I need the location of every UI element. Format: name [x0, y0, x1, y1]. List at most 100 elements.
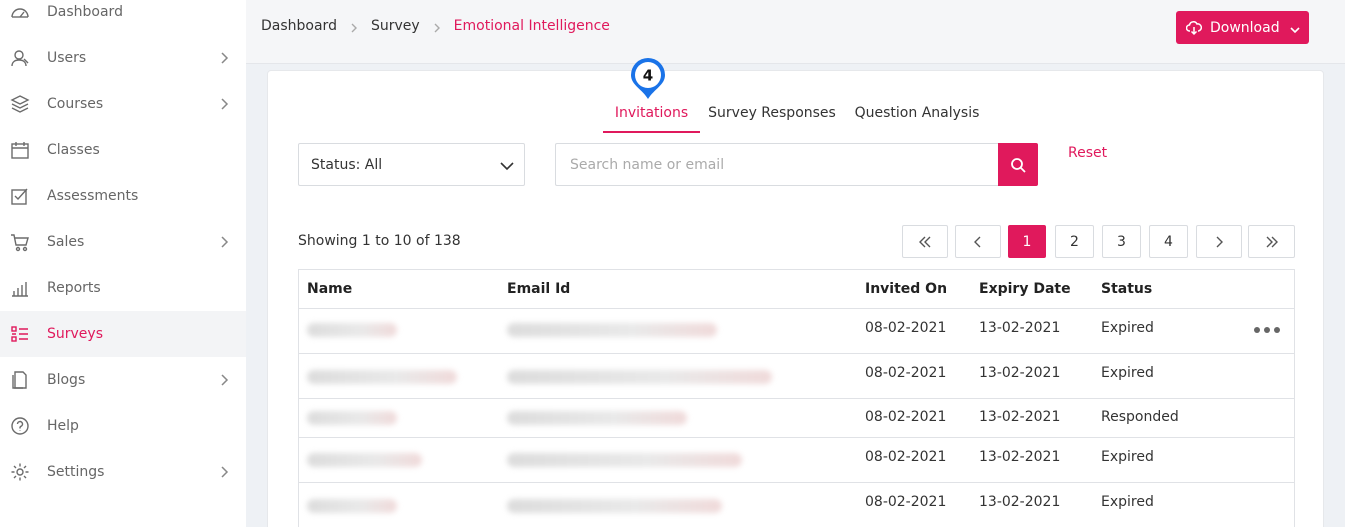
tab-invitations[interactable]: Invitations [603, 105, 700, 133]
table-row[interactable]: 08-02-2021 13-02-2021 Expired [299, 438, 1294, 483]
cell-expiry-date: 13-02-2021 [979, 494, 1061, 510]
search-button[interactable] [998, 143, 1038, 186]
chevron-right-icon [349, 21, 359, 33]
redacted-name [307, 499, 397, 513]
step-marker-number: 4 [643, 67, 653, 85]
redacted-email [507, 411, 687, 425]
cell-status: Expired [1101, 449, 1154, 465]
column-header-email[interactable]: Email Id [507, 281, 570, 297]
pager-first-button[interactable] [902, 225, 948, 258]
pager-page-1[interactable]: 1 [1008, 225, 1046, 258]
gear-icon [10, 462, 30, 482]
pager-page-2[interactable]: 2 [1055, 225, 1094, 258]
sidebar-item-label: Assessments [47, 188, 139, 204]
chevron-right-icon [218, 98, 230, 110]
redacted-name [307, 453, 422, 467]
chevron-right-icon [218, 374, 230, 386]
sidebar-item-blogs[interactable]: Blogs [0, 357, 246, 403]
cloud-download-icon [1185, 20, 1203, 36]
status-select[interactable]: Status: All [298, 143, 525, 186]
sidebar-item-courses[interactable]: Courses [0, 81, 246, 127]
pager-page-3[interactable]: 3 [1102, 225, 1141, 258]
double-chevron-left-icon [919, 236, 931, 247]
table-row[interactable]: 08-02-2021 13-02-2021 Expired [299, 483, 1294, 527]
chevron-right-icon [432, 21, 442, 33]
cell-invited-on: 08-02-2021 [865, 320, 947, 336]
sidebar: Dashboard Users Courses Classes Assessme… [0, 0, 246, 527]
sidebar-item-label: Users [47, 50, 87, 66]
showing-count: Showing 1 to 10 of 138 [298, 233, 461, 249]
cell-invited-on: 08-02-2021 [865, 449, 947, 465]
sidebar-item-label: Settings [47, 464, 105, 480]
survey-card: 4 Invitations Survey Responses Question … [267, 58, 1324, 527]
breadcrumb-dashboard[interactable]: Dashboard [261, 18, 337, 34]
pager-page-4[interactable]: 4 [1149, 225, 1188, 258]
layers-icon [10, 94, 30, 114]
chevron-down-icon [500, 159, 514, 173]
breadcrumb: Dashboard Survey Emotional Intelligence [261, 18, 610, 34]
pager-next-button[interactable] [1196, 225, 1242, 258]
breadcrumb-current: Emotional Intelligence [453, 18, 610, 34]
users-icon [10, 48, 30, 68]
dashboard-icon [10, 2, 30, 22]
chevron-left-icon [974, 236, 981, 247]
sidebar-item-label: Blogs [47, 372, 86, 388]
status-select-value: Status: All [311, 156, 383, 173]
cell-expiry-date: 13-02-2021 [979, 449, 1061, 465]
cell-status: Expired [1101, 365, 1154, 381]
cell-invited-on: 08-02-2021 [865, 365, 947, 381]
chevron-right-icon [218, 52, 230, 64]
sidebar-item-dashboard[interactable]: Dashboard [0, 0, 246, 35]
tab-survey-responses[interactable]: Survey Responses [708, 105, 836, 133]
cell-expiry-date: 13-02-2021 [979, 409, 1061, 425]
sidebar-item-classes[interactable]: Classes [0, 127, 246, 173]
column-header-expiry-date[interactable]: Expiry Date [979, 281, 1071, 297]
redacted-email [507, 370, 772, 384]
sidebar-item-assessments[interactable]: Assessments [0, 173, 246, 219]
table-row[interactable]: 08-02-2021 13-02-2021 Responded [299, 399, 1294, 438]
search-icon [1011, 157, 1026, 173]
cell-expiry-date: 13-02-2021 [979, 365, 1061, 381]
column-header-invited-on[interactable]: Invited On [865, 281, 947, 297]
download-label: Download [1210, 19, 1280, 36]
bar-chart-icon [10, 278, 30, 298]
table-header: Name Email Id Invited On Expiry Date Sta… [299, 270, 1294, 309]
table-row[interactable]: 08-02-2021 13-02-2021 Expired [299, 354, 1294, 399]
sidebar-item-users[interactable]: Users [0, 35, 246, 81]
reset-link[interactable]: Reset [1068, 145, 1107, 161]
chevron-right-icon [218, 466, 230, 478]
blog-icon [10, 370, 30, 390]
sidebar-item-surveys[interactable]: Surveys [0, 311, 246, 357]
column-header-status[interactable]: Status [1101, 281, 1152, 297]
chevron-down-icon [1290, 23, 1300, 33]
search-input[interactable] [555, 143, 998, 186]
sidebar-item-sales[interactable]: Sales [0, 219, 246, 265]
sidebar-item-reports[interactable]: Reports [0, 265, 246, 311]
pager-prev-button[interactable] [955, 225, 1001, 258]
sidebar-item-label: Surveys [47, 326, 103, 342]
cell-invited-on: 08-02-2021 [865, 494, 947, 510]
column-header-name[interactable]: Name [307, 281, 352, 297]
help-icon [10, 416, 30, 436]
redacted-name [307, 370, 457, 384]
download-button[interactable]: Download [1176, 11, 1309, 44]
sidebar-item-label: Reports [47, 280, 101, 296]
cell-expiry-date: 13-02-2021 [979, 320, 1061, 336]
redacted-email [507, 323, 717, 337]
tab-question-analysis[interactable]: Question Analysis [852, 105, 982, 133]
redacted-name [307, 411, 397, 425]
more-options-icon[interactable] [1253, 323, 1281, 333]
sidebar-item-label: Classes [47, 142, 100, 158]
sidebar-item-help[interactable]: Help [0, 403, 246, 449]
cell-status: Expired [1101, 320, 1154, 336]
table-row[interactable]: 08-02-2021 13-02-2021 Expired [299, 309, 1294, 354]
breadcrumb-survey[interactable]: Survey [371, 18, 420, 34]
invitations-table: Name Email Id Invited On Expiry Date Sta… [298, 269, 1295, 527]
survey-list-icon [10, 324, 30, 344]
sidebar-item-settings[interactable]: Settings [0, 449, 246, 495]
cell-status: Expired [1101, 494, 1154, 510]
cell-status: Responded [1101, 409, 1179, 425]
cell-invited-on: 08-02-2021 [865, 409, 947, 425]
redacted-email [507, 499, 722, 513]
pager-last-button[interactable] [1248, 225, 1295, 258]
